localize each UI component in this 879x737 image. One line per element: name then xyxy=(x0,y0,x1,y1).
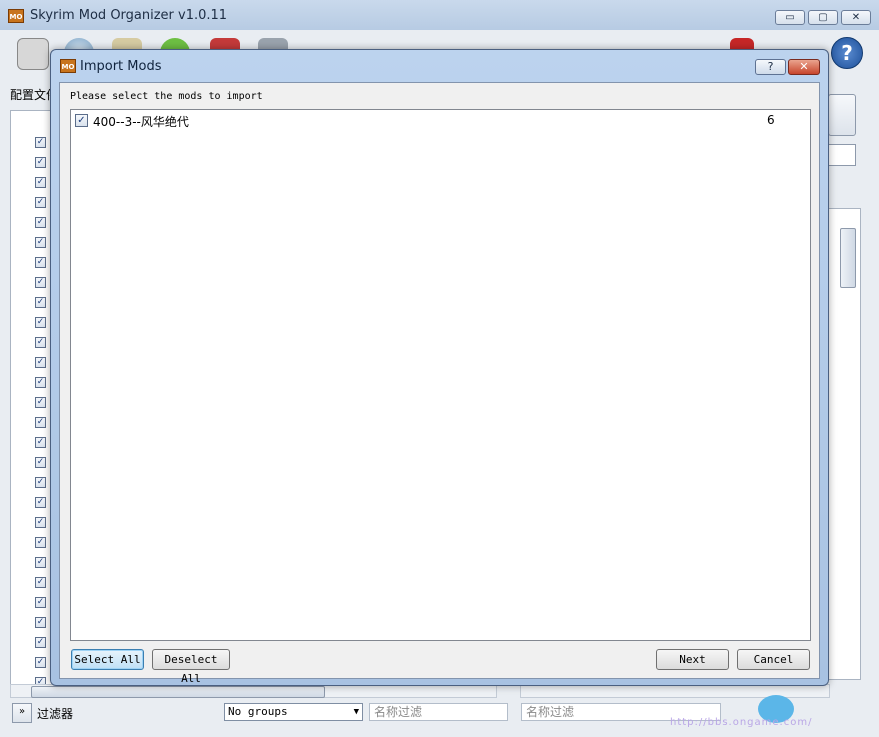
expand-button[interactable]: » xyxy=(12,703,32,723)
chevron-down-icon: ▼ xyxy=(353,707,359,717)
mod-enabled-checkbox[interactable]: ✓ xyxy=(35,237,46,248)
help-icon[interactable]: ? xyxy=(831,37,863,69)
import-mods-dialog: MO Import Mods ? ✕ Please select the mod… xyxy=(50,49,829,686)
minimize-button[interactable]: ▭ xyxy=(775,10,805,25)
maximize-button[interactable]: ▢ xyxy=(808,10,838,25)
mod-enabled-checkbox[interactable]: ✓ xyxy=(35,197,46,208)
mod-enabled-checkbox[interactable]: ✓ xyxy=(35,537,46,548)
title-bar: MO Skyrim Mod Organizer v1.0.11 ▭ ▢ ✕ xyxy=(0,0,879,32)
dialog-title: Import Mods xyxy=(80,59,162,74)
right-panel-combo[interactable] xyxy=(828,144,856,166)
mod-enabled-checkbox[interactable]: ✓ xyxy=(35,477,46,488)
install-mod-icon[interactable] xyxy=(17,38,49,70)
name-filter-input[interactable]: 名称过滤 xyxy=(369,703,508,721)
right-panel-button[interactable] xyxy=(828,94,856,136)
mod-enabled-checkbox[interactable]: ✓ xyxy=(35,137,46,148)
plugin-list-scrollbar[interactable] xyxy=(840,228,856,288)
mod-enabled-checkbox[interactable]: ✓ xyxy=(35,437,46,448)
mod-enabled-checkbox[interactable]: ✓ xyxy=(35,297,46,308)
mod-enabled-checkbox[interactable]: ✓ xyxy=(35,457,46,468)
window-title: Skyrim Mod Organizer v1.0.11 xyxy=(30,8,228,23)
groups-select[interactable]: No groups ▼ xyxy=(224,703,363,721)
deselect-all-button[interactable]: Deselect All xyxy=(152,649,230,685)
mod-enabled-checkbox[interactable]: ✓ xyxy=(35,517,46,528)
cancel-button[interactable]: Cancel xyxy=(737,649,810,670)
watermark: http://bbs.ongame.com/ xyxy=(670,717,813,728)
mod-enabled-checkbox[interactable]: ✓ xyxy=(35,597,46,608)
mod-enabled-checkbox[interactable]: ✓ xyxy=(35,177,46,188)
mod-list: ✓ ✓ ✓ ✓ ✓ ✓ ✓ ✓ ✓ ✓ ✓ ✓ ✓ ✓ ✓ ✓ ✓ ✓ ✓ ✓ ✓ ✓ ✓ ✓ ✓ ✓ ✓ ✓ xyxy=(10,110,51,687)
mod-list-horizontal-scrollbar[interactable] xyxy=(10,684,497,698)
mod-enabled-checkbox[interactable]: ✓ xyxy=(35,357,46,368)
list-item[interactable]: ✓ 400--3--风华绝代 6 xyxy=(71,110,810,130)
import-mods-list: ✓ 400--3--风华绝代 6 xyxy=(70,109,811,641)
mod-checkbox[interactable]: ✓ xyxy=(75,114,88,127)
mod-enabled-checkbox[interactable]: ✓ xyxy=(35,277,46,288)
mod-enabled-checkbox[interactable]: ✓ xyxy=(35,617,46,628)
dialog-logo-icon: MO xyxy=(60,59,76,73)
mod-enabled-checkbox[interactable]: ✓ xyxy=(35,377,46,388)
mod-enabled-checkbox[interactable]: ✓ xyxy=(35,637,46,648)
dialog-close-button[interactable]: ✕ xyxy=(788,59,820,75)
mod-enabled-checkbox[interactable]: ✓ xyxy=(35,417,46,428)
dialog-body: Please select the mods to import ✓ 400--… xyxy=(59,82,820,685)
dialog-prompt: Please select the mods to import xyxy=(70,91,263,102)
mod-enabled-checkbox[interactable]: ✓ xyxy=(35,577,46,588)
mod-name: 400--3--风华绝代 xyxy=(93,115,189,129)
filter-label: 过滤器 xyxy=(37,707,74,721)
scrollbar-thumb[interactable] xyxy=(31,686,325,698)
mod-enabled-checkbox[interactable]: ✓ xyxy=(35,397,46,408)
mod-enabled-checkbox[interactable]: ✓ xyxy=(35,337,46,348)
mod-enabled-checkbox[interactable]: ✓ xyxy=(35,317,46,328)
mod-enabled-checkbox[interactable]: ✓ xyxy=(35,257,46,268)
close-window-button[interactable]: ✕ xyxy=(841,10,871,25)
mod-enabled-checkbox[interactable]: ✓ xyxy=(35,657,46,668)
mod-enabled-checkbox[interactable]: ✓ xyxy=(35,217,46,228)
dialog-help-button[interactable]: ? xyxy=(755,59,786,75)
mod-count: 6 xyxy=(767,113,775,127)
mod-enabled-checkbox[interactable]: ✓ xyxy=(35,557,46,568)
mod-enabled-checkbox[interactable]: ✓ xyxy=(35,497,46,508)
next-button[interactable]: Next xyxy=(656,649,729,670)
groups-select-value: No groups xyxy=(228,705,288,718)
select-all-button[interactable]: Select All xyxy=(71,649,144,670)
mod-enabled-checkbox[interactable]: ✓ xyxy=(35,157,46,168)
app-logo-icon: MO xyxy=(8,9,24,23)
